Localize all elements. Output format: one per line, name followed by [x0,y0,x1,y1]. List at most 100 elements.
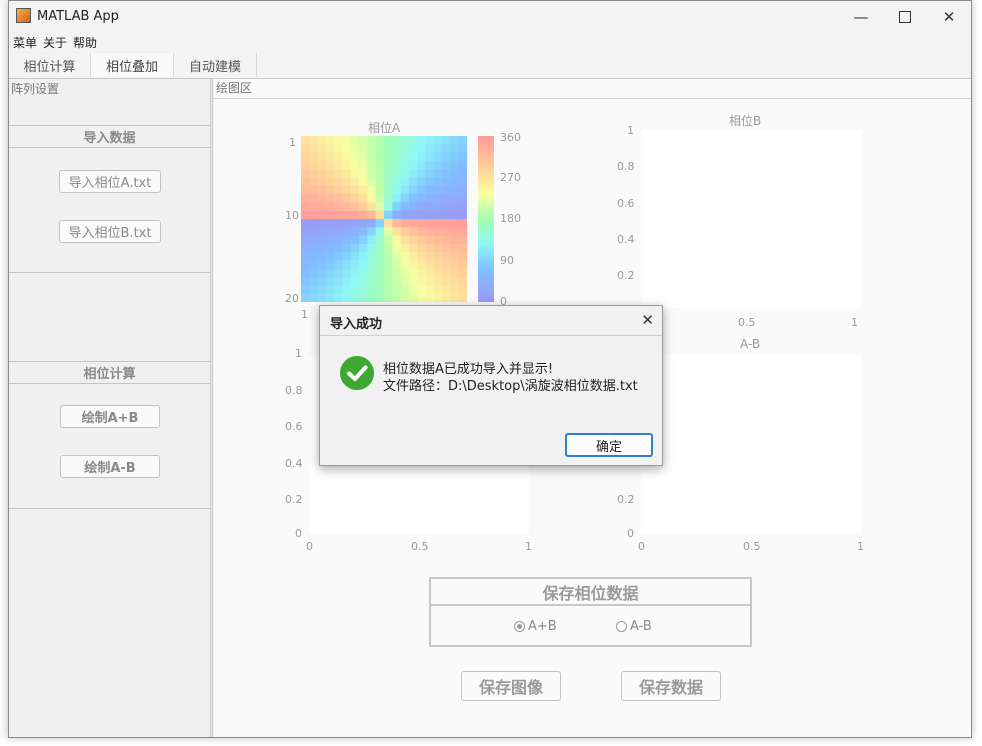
heatmap-cell [342,235,352,245]
heatmap-cell [417,210,426,220]
heatmap-cell [317,293,327,302]
heatmap-cell [425,152,435,162]
axes-b-xtick: 1 [851,316,858,329]
heatmap-cell [334,144,343,154]
heatmap-cell [384,185,393,195]
heatmap-cell [442,268,451,278]
import-phase-a-button[interactable]: 导入相位A.txt [59,170,161,193]
colorbar-tick: 360 [500,131,521,144]
heatmap-cell [375,235,385,245]
heatmap-cell [408,177,418,187]
heatmap-cell [392,152,402,162]
heatmap-cell [408,235,418,245]
heatmap-cell [350,194,360,203]
radio-diff-label: A-B [630,619,652,634]
heatmap-cell [317,243,327,253]
heatmap-cell [301,243,310,253]
heatmap-cell [301,169,310,178]
heatmap-cell [317,260,327,270]
heatmap-cell [317,152,327,162]
heatmap-cell [325,144,335,154]
axes-diff-plot [641,355,861,533]
heatmap-cell [375,268,385,278]
heatmap-cell [425,202,435,212]
heatmap-cell [450,293,460,302]
heatmap-cell [317,202,327,212]
heatmap-cell [425,194,435,203]
heatmap-cell [458,252,467,261]
heatmap-cell [417,177,426,187]
heatmap-cell [408,268,418,278]
save-data-button[interactable]: 保存数据 [621,671,721,701]
heatmap-cell [433,219,443,228]
heatmap-cell [367,144,377,154]
heatmap-cell [309,235,319,245]
radio-diff-dot[interactable] [616,621,627,632]
heatmap-cell [350,136,360,145]
heatmap-cell [334,219,343,228]
menu-item-about[interactable]: 关于 [43,34,67,51]
heatmap-cell [450,160,460,170]
heatmap-cell [301,268,310,278]
heatmap-cell [301,202,310,212]
phase-calc-header: 相位计算 [9,362,210,384]
radio-sum-dot[interactable] [514,621,525,632]
heatmap-cell [384,177,393,187]
heatmap-cell [425,293,435,302]
radio-diff[interactable]: A-B [616,619,652,634]
radio-sum[interactable]: A+B [514,619,557,634]
heatmap-cell [325,219,335,228]
heatmap-cell [317,177,327,187]
maximize-button[interactable] [883,1,927,32]
heatmap-cell [375,177,385,187]
heatmap-cell [350,169,360,178]
close-button[interactable]: ✕ [927,1,971,32]
heatmap-cell [301,277,310,286]
heatmap-cell [309,210,319,220]
heatmap-cell [325,235,335,245]
heatmap-cell [342,227,352,237]
heatmap-cell [392,235,402,245]
heatmap-cell [458,227,467,237]
heatmap-cell [325,277,335,286]
minimize-button[interactable]: — [839,1,883,32]
heatmap-cell [375,260,385,270]
heatmap-cell [450,202,460,212]
heatmap-cell [317,277,327,286]
tab-auto-modeling[interactable]: 自动建模 [174,53,257,77]
axes-diff-ytick: 0.2 [617,493,635,506]
heatmap-cell [408,260,418,270]
dialog-close-icon[interactable]: ✕ [641,311,654,329]
import-phase-b-button[interactable]: 导入相位B.txt [59,220,161,243]
heatmap-cell [400,144,410,154]
plot-diff-button[interactable]: 绘制A-B [60,455,160,478]
heatmap-cell [334,252,343,261]
heatmap-cell [392,210,402,220]
tab-phase-calc[interactable]: 相位计算 [9,53,91,77]
heatmap-cell [392,136,402,145]
menu-item-menu[interactable]: 菜单 [13,34,37,51]
menu-item-help[interactable]: 帮助 [73,34,97,51]
heatmap-cell [442,243,451,253]
ok-button[interactable]: 确定 [565,433,653,457]
heatmap-cell [458,185,467,195]
heatmap-cell [384,277,393,286]
heatmap-cell [375,227,385,237]
heatmap-cell [384,227,393,237]
heatmap-cell [400,219,410,228]
heatmap-cell [400,235,410,245]
save-image-button[interactable]: 保存图像 [461,671,561,701]
heatmap-cell [450,243,460,253]
heatmap-cell [359,169,368,178]
heatmap-cell [350,177,360,187]
title-bar[interactable]: MATLAB App — ✕ [9,1,971,32]
heatmap-cell [301,194,310,203]
dialog-title-bar[interactable]: 导入成功 ✕ [320,306,662,336]
heatmap-cell [342,152,352,162]
heatmap-cell [400,152,410,162]
heatmap-cell [309,169,319,178]
heatmap-cell [350,268,360,278]
heatmap-cell [309,194,319,203]
tab-phase-overlay[interactable]: 相位叠加 [91,53,174,77]
plot-sum-button[interactable]: 绘制A+B [60,405,160,428]
